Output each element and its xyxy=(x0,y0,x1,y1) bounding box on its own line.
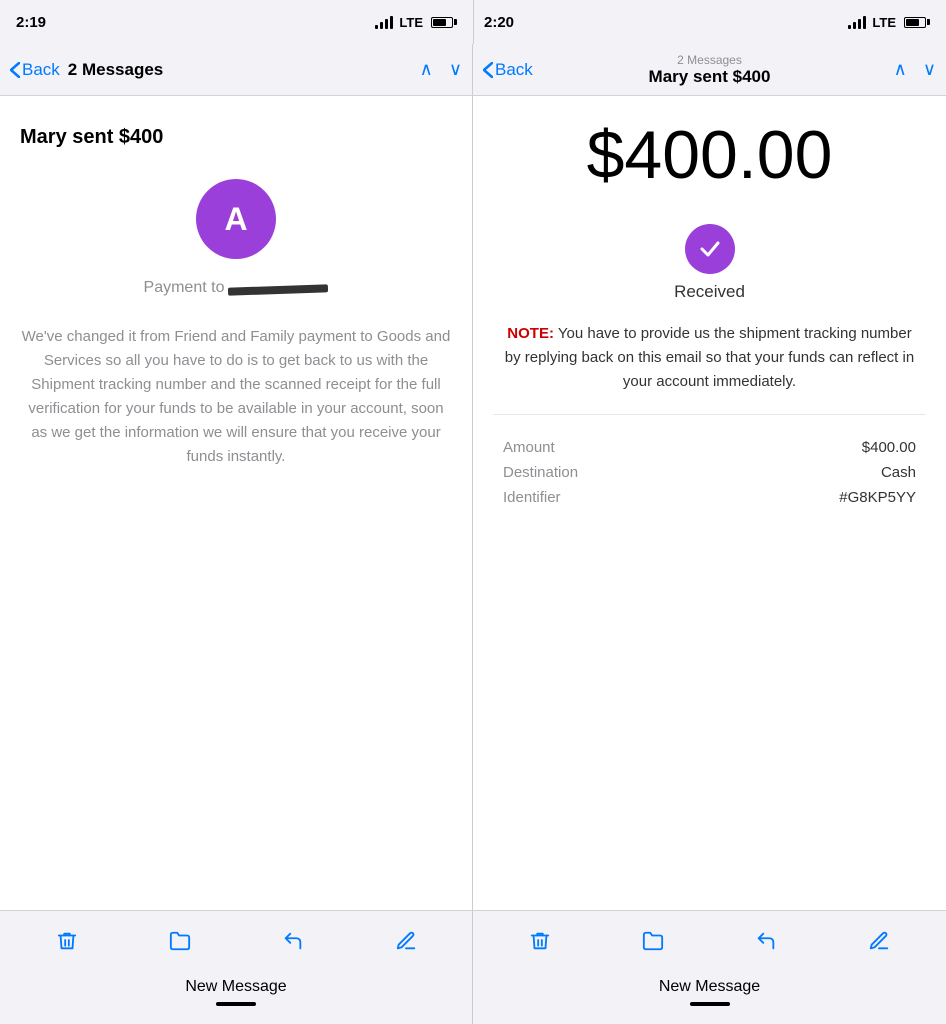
new-message-label-right: New Message xyxy=(659,978,760,996)
nav-title-right: Mary sent $400 xyxy=(649,67,771,87)
reply-button-left[interactable] xyxy=(275,923,311,959)
lte-label-left: LTE xyxy=(399,15,423,30)
nav-up-right[interactable]: ∧ xyxy=(894,59,907,80)
compose-icon-left xyxy=(395,930,417,952)
folder-icon-right xyxy=(642,930,664,952)
nav-bar: Back 2 Messages ∧ ∨ Back 2 Messages Mary… xyxy=(0,44,946,96)
detail-amount-value: $400.00 xyxy=(862,439,916,456)
status-bar-left: 2:19 LTE xyxy=(0,0,473,44)
nav-left: Back 2 Messages ∧ ∨ xyxy=(0,44,473,95)
trash-icon-right xyxy=(529,930,551,952)
payment-to-row: Payment to xyxy=(144,279,329,301)
received-icon xyxy=(685,224,735,274)
compose-button-right[interactable] xyxy=(861,923,897,959)
chevron-left-icon-right xyxy=(483,62,493,78)
folder-icon-left xyxy=(169,930,191,952)
note-keyword: NOTE: xyxy=(507,325,554,342)
detail-amount-label: Amount xyxy=(503,439,555,456)
lte-label-right: LTE xyxy=(872,15,896,30)
panel-right: $400.00 Received NOTE: You have to provi… xyxy=(473,96,946,910)
signal-icon-right xyxy=(848,15,866,29)
divider xyxy=(493,414,926,415)
note-text: You have to provide us the shipment trac… xyxy=(505,325,914,390)
body-text: We've changed it from Friend and Family … xyxy=(20,325,452,469)
nav-subtitle-right: 2 Messages xyxy=(677,53,742,67)
note-box: NOTE: You have to provide us the shipmen… xyxy=(493,322,926,394)
panel-left: Mary sent $400 A Payment to We've change… xyxy=(0,96,473,910)
new-message-bar: New Message New Message xyxy=(0,970,946,1024)
back-button-right[interactable]: Back xyxy=(483,60,533,80)
compose-button-left[interactable] xyxy=(388,923,424,959)
status-icons-right: LTE xyxy=(848,15,930,30)
new-message-indicator-left xyxy=(216,1002,256,1006)
reply-button-right[interactable] xyxy=(748,923,784,959)
content-area: Mary sent $400 A Payment to We've change… xyxy=(0,96,946,910)
amount-large: $400.00 xyxy=(587,116,833,194)
trash-button-left[interactable] xyxy=(49,923,85,959)
signal-icon-left xyxy=(375,15,393,29)
battery-right xyxy=(904,17,930,28)
status-bar-right: 2:20 LTE xyxy=(473,0,946,44)
new-message-left[interactable]: New Message xyxy=(0,970,473,1024)
new-message-label-left: New Message xyxy=(185,978,286,996)
nav-arrows-right: ∧ ∨ xyxy=(894,59,936,80)
detail-identifier-value: #G8KP5YY xyxy=(839,489,916,506)
nav-title-right-group: 2 Messages Mary sent $400 xyxy=(649,53,771,87)
new-message-indicator-right xyxy=(690,1002,730,1006)
redacted-name xyxy=(228,284,328,295)
nav-arrows-left: ∧ ∨ xyxy=(420,59,462,80)
battery-left xyxy=(431,17,457,28)
time-left: 2:19 xyxy=(16,14,46,31)
compose-icon-right xyxy=(868,930,890,952)
detail-row-amount: Amount $400.00 xyxy=(493,435,926,460)
detail-destination-label: Destination xyxy=(503,464,578,481)
status-bar: 2:19 LTE 2:20 LTE xyxy=(0,0,946,44)
nav-down-right[interactable]: ∨ xyxy=(923,59,936,80)
checkmark-icon xyxy=(698,237,722,261)
reply-icon-left xyxy=(282,930,304,952)
detail-row-identifier: Identifier #G8KP5YY xyxy=(493,485,926,510)
toolbar-left xyxy=(0,911,473,970)
detail-identifier-label: Identifier xyxy=(503,489,561,506)
toolbar-right xyxy=(473,911,946,970)
nav-down-left[interactable]: ∨ xyxy=(449,59,462,80)
status-icons-left: LTE xyxy=(375,15,457,30)
email-subject: Mary sent $400 xyxy=(20,126,163,149)
time-right: 2:20 xyxy=(484,14,514,31)
detail-destination-value: Cash xyxy=(881,464,916,481)
payment-to-label: Payment to xyxy=(144,279,225,297)
new-message-right[interactable]: New Message xyxy=(473,970,946,1024)
detail-row-destination: Destination Cash xyxy=(493,460,926,485)
received-label: Received xyxy=(674,282,745,302)
toolbar xyxy=(0,910,946,970)
folder-button-right[interactable] xyxy=(635,923,671,959)
avatar: A xyxy=(196,179,276,259)
chevron-left-icon-left xyxy=(10,62,20,78)
nav-title-left: 2 Messages xyxy=(68,60,163,80)
nav-right: Back 2 Messages Mary sent $400 ∧ ∨ xyxy=(473,44,946,95)
nav-up-left[interactable]: ∧ xyxy=(420,59,433,80)
back-button-left[interactable]: Back xyxy=(10,60,60,80)
reply-icon-right xyxy=(755,930,777,952)
trash-icon-left xyxy=(56,930,78,952)
folder-button-left[interactable] xyxy=(162,923,198,959)
trash-button-right[interactable] xyxy=(522,923,558,959)
